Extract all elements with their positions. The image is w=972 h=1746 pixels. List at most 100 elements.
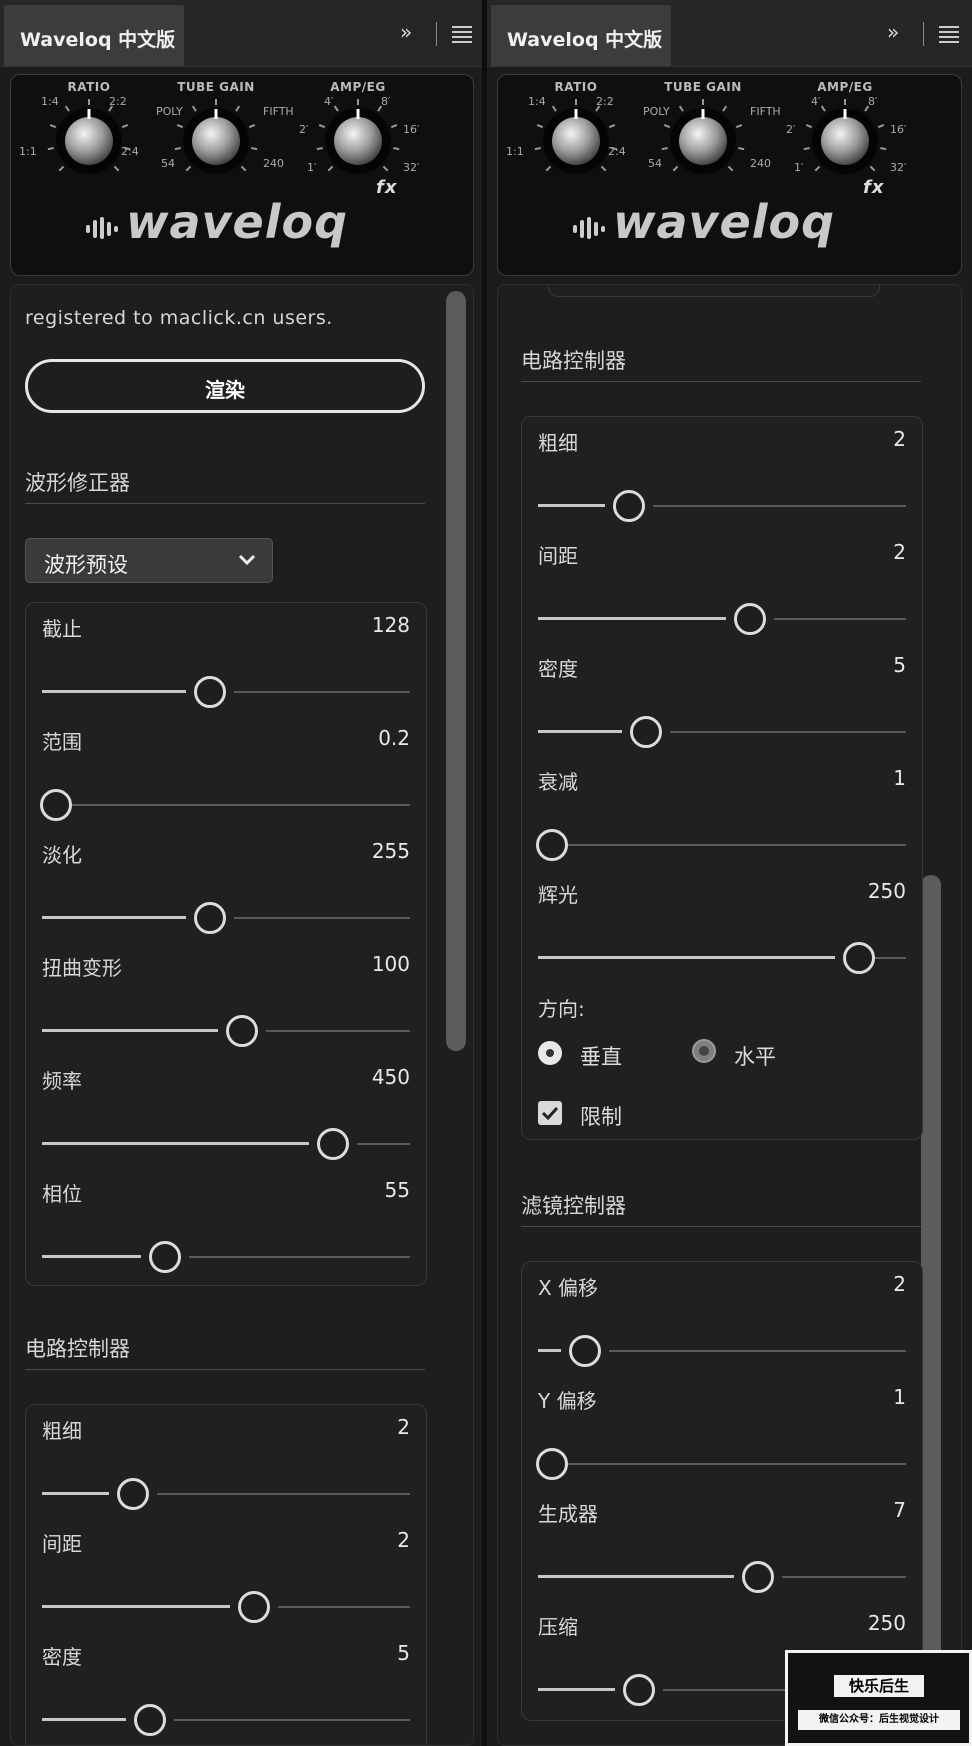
- panel-tab-bar: Waveloq 中文版 »: [0, 0, 482, 67]
- slider-row: 截止 128: [26, 611, 426, 724]
- slider-fill: [42, 916, 186, 919]
- circuit-slider-group: 粗细 2 间距 2 密度 5: [25, 1404, 427, 1745]
- slider-thumb[interactable]: [569, 1335, 601, 1367]
- slider-thumb[interactable]: [536, 1448, 568, 1480]
- slider-value: 5: [893, 653, 906, 677]
- slider-fill: [42, 1142, 309, 1145]
- slider-thumb[interactable]: [317, 1128, 349, 1160]
- slider-track[interactable]: [40, 789, 410, 821]
- slider-row: 生成器 7: [522, 1496, 922, 1609]
- slider-label: 压缩: [538, 1615, 578, 1639]
- slider-track[interactable]: [538, 1561, 906, 1593]
- slider-fill: [538, 730, 622, 733]
- panel-tab[interactable]: Waveloq 中文版: [4, 5, 184, 66]
- slider-rest: [782, 1576, 906, 1578]
- slider-thumb[interactable]: [149, 1241, 181, 1273]
- knob-tick-label: 240: [750, 157, 771, 170]
- knob-tick-label: 4′: [811, 95, 821, 108]
- slider-track[interactable]: [42, 1704, 410, 1736]
- knob-amp-eg[interactable]: [308, 91, 408, 191]
- knob-tick-label: 1:1: [506, 145, 524, 158]
- panel-menu-icon[interactable]: [452, 26, 472, 43]
- panel-menu-icon[interactable]: [939, 26, 959, 43]
- slider-track[interactable]: [538, 1335, 906, 1367]
- slider-track[interactable]: [536, 1448, 906, 1480]
- slider-thumb[interactable]: [630, 716, 662, 748]
- section-title-filter: 滤镜控制器: [521, 1194, 626, 1218]
- knob-tick-label: 32′: [403, 161, 420, 174]
- slider-track[interactable]: [538, 942, 906, 974]
- slider-track[interactable]: [42, 1128, 410, 1160]
- slider-rest: [157, 1493, 410, 1495]
- tab-separator: [436, 22, 437, 46]
- left-panel: Waveloq 中文版 » RATIO TUBE GAIN AMP/EG 1:4 2:2…: [0, 0, 482, 1746]
- slider-track[interactable]: [42, 902, 410, 934]
- knob-tick-label: 8′: [381, 95, 391, 108]
- slider-track[interactable]: [538, 490, 906, 522]
- controls-scroll-area[interactable]: 电路控制器 方向: 垂直 水平 限制 粗细 2 间距 2 密度 5 衰减 1 辉光 250 滤镜控…: [497, 284, 962, 1746]
- limit-label[interactable]: 限制: [580, 1101, 622, 1131]
- slider-label: 密度: [538, 657, 578, 681]
- slider-row: 相位 55: [26, 1176, 426, 1289]
- section-title-circuit: 电路控制器: [521, 349, 626, 373]
- radio-horizontal[interactable]: [692, 1039, 716, 1063]
- slider-fill: [538, 1349, 561, 1352]
- slider-track[interactable]: [538, 716, 906, 748]
- section-title-circuit: 电路控制器: [25, 1337, 130, 1361]
- limit-checkbox[interactable]: [538, 1101, 562, 1125]
- slider-row: 扭曲变形 100: [26, 950, 426, 1063]
- plugin-header: RATIO TUBE GAIN AMP/EG 1:4 2:2 1:1 2:4 POLY FIFT…: [497, 74, 962, 276]
- slider-thumb[interactable]: [843, 942, 875, 974]
- expand-panel-icon[interactable]: »: [400, 20, 412, 44]
- slider-track[interactable]: [42, 1241, 410, 1273]
- expand-panel-icon[interactable]: »: [887, 20, 899, 44]
- slider-track[interactable]: [42, 676, 410, 708]
- slider-track[interactable]: [42, 1015, 410, 1047]
- render-button[interactable]: 渲染: [25, 359, 425, 413]
- slider-track[interactable]: [42, 1478, 410, 1510]
- slider-thumb[interactable]: [613, 490, 645, 522]
- slider-value: 255: [371, 839, 410, 863]
- scrollbar-thumb[interactable]: [921, 875, 941, 1745]
- slider-label: 范围: [42, 730, 82, 754]
- slider-thumb[interactable]: [238, 1591, 270, 1623]
- panel-tab[interactable]: Waveloq 中文版: [491, 5, 671, 66]
- radio-vertical[interactable]: [538, 1041, 562, 1065]
- panel-tab-bar: Waveloq 中文版 »: [487, 0, 972, 67]
- radio-horizontal-label[interactable]: 水平: [734, 1041, 776, 1071]
- knob-tick-label: 2:2: [109, 95, 127, 108]
- slider-track[interactable]: [538, 603, 906, 635]
- slider-label: 生成器: [538, 1502, 598, 1526]
- slider-thumb[interactable]: [742, 1561, 774, 1593]
- radio-vertical-label[interactable]: 垂直: [580, 1041, 622, 1071]
- section-divider: [25, 503, 425, 504]
- slider-value: 2: [397, 1528, 410, 1552]
- knob-tick-label: 4′: [324, 95, 334, 108]
- controls-scroll-area[interactable]: registered to maclick.cn users. 渲染 波形修正器…: [10, 284, 474, 1746]
- slider-value: 0.2: [378, 726, 410, 750]
- slider-thumb[interactable]: [40, 789, 72, 821]
- knob-amp-eg[interactable]: [795, 91, 895, 191]
- knob-tick-label: 1:4: [528, 95, 546, 108]
- watermark-title: 快乐后生: [834, 1675, 924, 1697]
- slider-thumb[interactable]: [194, 902, 226, 934]
- slider-thumb[interactable]: [623, 1674, 655, 1706]
- checkmark-icon: [541, 1106, 559, 1121]
- slider-rest: [562, 844, 906, 846]
- waveform-preset-dropdown[interactable]: 波形预设: [25, 538, 273, 583]
- slider-thumb[interactable]: [194, 676, 226, 708]
- slider-value: 1: [893, 1385, 906, 1409]
- slider-thumb[interactable]: [536, 829, 568, 861]
- slider-rest: [189, 1256, 410, 1258]
- slider-thumb[interactable]: [734, 603, 766, 635]
- slider-thumb[interactable]: [226, 1015, 258, 1047]
- slider-track[interactable]: [536, 829, 906, 861]
- slider-thumb[interactable]: [117, 1478, 149, 1510]
- scrollbar-thumb[interactable]: [446, 291, 466, 1051]
- slider-track[interactable]: [42, 1591, 410, 1623]
- waveloq-logo: waveloq fx: [86, 177, 396, 249]
- knob-tick-label: FIFTH: [263, 105, 294, 118]
- logo-text: waveloq: [613, 195, 836, 249]
- knob-tick-label: 1:1: [19, 145, 37, 158]
- slider-thumb[interactable]: [134, 1704, 166, 1736]
